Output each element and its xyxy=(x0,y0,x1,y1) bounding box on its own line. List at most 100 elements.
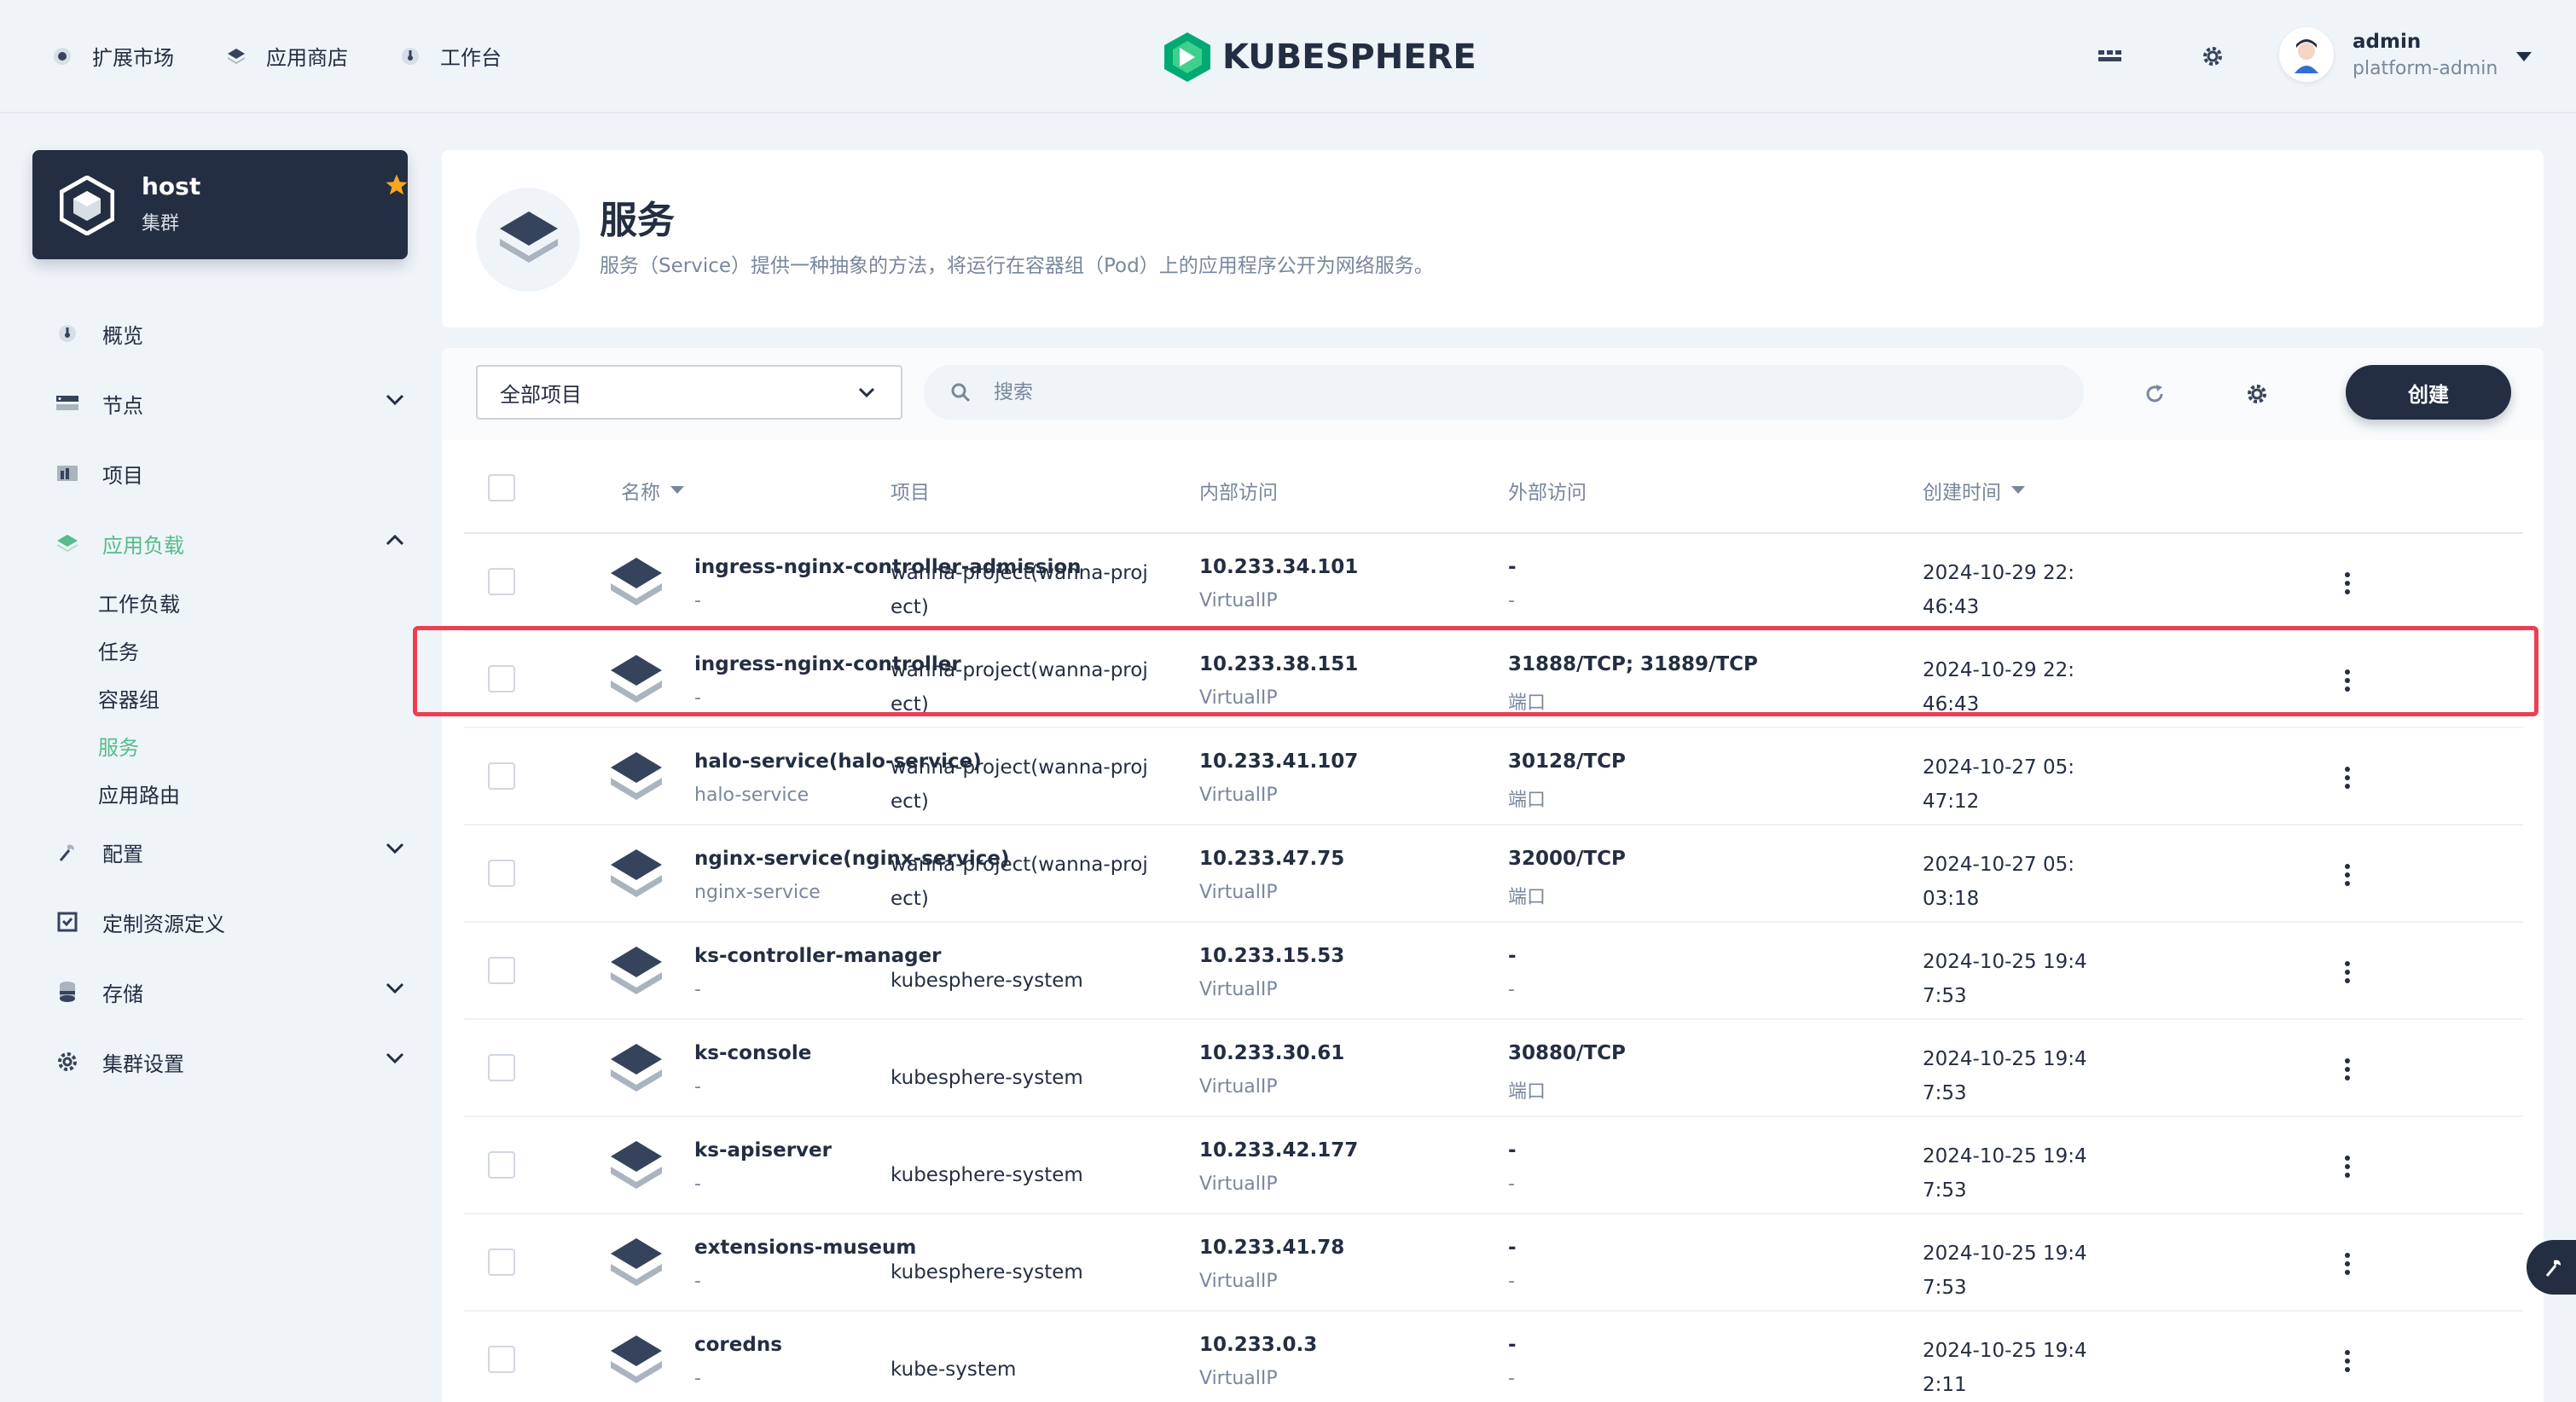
created-time-line2: 46:43 xyxy=(1923,596,1980,618)
more-actions-icon[interactable] xyxy=(2332,663,2363,698)
create-button[interactable]: 创建 xyxy=(2346,365,2511,420)
table-row[interactable]: ingress-nginx-controller - wanna-project(w… xyxy=(464,631,2523,728)
settings-gear-icon[interactable] xyxy=(2197,41,2228,72)
sidebar-subitem-jobs[interactable]: 任务 xyxy=(32,626,408,674)
header-created-time[interactable]: 创建时间 xyxy=(1923,476,2025,505)
sidebar-item-config[interactable]: 配置 xyxy=(32,817,408,887)
grid-menu-icon[interactable] xyxy=(2095,41,2126,72)
more-actions-icon[interactable] xyxy=(2332,761,2363,795)
table-row[interactable]: extensions-museum - kubesphere-system 10.23… xyxy=(464,1214,2523,1312)
table-row[interactable]: ks-apiserver - kubesphere-system 10.233.42.… xyxy=(464,1117,2523,1214)
internal-access-type: VirtualIP xyxy=(1199,979,1278,1000)
search-input[interactable] xyxy=(994,381,2017,403)
kubesphere-logo[interactable]: KUBESPHERE xyxy=(1164,32,1477,82)
row-checkbox[interactable] xyxy=(488,568,515,595)
service-name-link[interactable]: ks-apiserver xyxy=(694,1139,832,1162)
row-checkbox[interactable] xyxy=(488,665,515,692)
sidebar-subitem-workloads[interactable]: 工作负载 xyxy=(32,578,408,626)
project-cell: kubesphere-system xyxy=(891,964,1181,998)
table-row[interactable]: nginx-service(nginx-service) nginx-servic… xyxy=(464,826,2523,923)
more-actions-icon[interactable] xyxy=(2332,858,2363,892)
sidebar-item-projects[interactable]: 项目 xyxy=(32,438,408,508)
hammer-icon xyxy=(2545,1260,2561,1277)
created-time: 2024-10-29 22: 46:43 xyxy=(1923,653,2074,721)
sidebar-item-cluster-settings[interactable]: 集群设置 xyxy=(32,1027,408,1097)
topnav-app-store[interactable]: 应用商店 xyxy=(225,41,348,71)
service-icon xyxy=(609,1235,664,1295)
project-text: kubesphere-system xyxy=(891,970,1083,992)
internal-access-type: VirtualIP xyxy=(1199,687,1278,709)
sidebar-item-nodes[interactable]: 节点 xyxy=(32,368,408,438)
more-actions-icon[interactable] xyxy=(2332,566,2363,600)
crd-icon xyxy=(56,911,78,933)
column-settings-gear-icon[interactable] xyxy=(2242,379,2272,409)
project-select[interactable]: 全部项目 xyxy=(476,365,902,420)
sidebar-item-storage[interactable]: 存储 xyxy=(32,957,408,1027)
service-name-link[interactable]: coredns xyxy=(694,1334,782,1356)
more-actions-icon[interactable] xyxy=(2332,955,2363,989)
created-time-line1: 2024-10-25 19:4 xyxy=(1923,1243,2087,1265)
external-ports: 32000/TCP xyxy=(1508,848,1626,870)
chevron-up-icon xyxy=(386,534,404,546)
caret-down-icon[interactable] xyxy=(2516,49,2532,66)
internal-ip: 10.233.38.151 xyxy=(1199,653,1359,675)
internal-ip: 10.233.41.107 xyxy=(1199,750,1359,773)
table-row[interactable]: ingress-nginx-controller-admission - wanna… xyxy=(464,534,2523,631)
row-checkbox[interactable] xyxy=(488,1248,515,1276)
sidebar-item-crd[interactable]: 定制资源定义 xyxy=(32,887,408,957)
table-row[interactable]: coredns - kube-system 10.233.0.3 VirtualIP - -… xyxy=(464,1312,2523,1402)
floating-tool-button[interactable] xyxy=(2527,1240,2576,1295)
service-name-link[interactable]: extensions-museum xyxy=(694,1237,916,1259)
service-icon xyxy=(609,846,664,906)
sidebar-item-label: 存储 xyxy=(102,982,143,1006)
sidebar-item-app-workloads[interactable]: 应用负载 xyxy=(32,508,408,578)
search-bar[interactable] xyxy=(924,365,2084,420)
project-cell: wanna-project(wanna-proj ect) xyxy=(891,750,1181,819)
sidebar-item-label: 集群设置 xyxy=(102,1052,184,1076)
row-checkbox[interactable] xyxy=(488,1346,515,1373)
table-row[interactable]: ks-console - kubesphere-system 10.233.30.61… xyxy=(464,1020,2523,1117)
sort-caret-icon xyxy=(2011,486,2025,494)
created-time-line2: 47:12 xyxy=(1923,791,1980,813)
sidebar-item-overview[interactable]: 概览 xyxy=(32,298,408,368)
store-icon xyxy=(225,45,247,67)
project-cell: kubesphere-system xyxy=(891,1255,1181,1289)
row-checkbox[interactable] xyxy=(488,762,515,790)
more-actions-icon[interactable] xyxy=(2332,1247,2363,1281)
table-row[interactable]: halo-service(halo-service) halo-service wa… xyxy=(464,728,2523,826)
star-icon[interactable] xyxy=(384,172,409,198)
project-text: wanna-project(wanna-proj xyxy=(891,854,1148,876)
user-menu[interactable]: admin platform-admin xyxy=(2279,27,2498,82)
config-icon xyxy=(56,841,78,863)
row-checkbox[interactable] xyxy=(488,860,515,887)
overview-icon xyxy=(56,322,78,345)
page-description: 服务（Service）提供一种抽象的方法，将运行在容器组（Pod）上的应用程序公… xyxy=(600,255,1434,277)
sidebar-subitem-services[interactable]: 服务 xyxy=(32,721,408,769)
header-name[interactable]: 名称 xyxy=(621,476,684,505)
select-all-checkbox[interactable] xyxy=(488,474,515,501)
row-checkbox[interactable] xyxy=(488,1054,515,1081)
more-actions-icon[interactable] xyxy=(2332,1052,2363,1086)
created-time-line2: 03:18 xyxy=(1923,888,1980,910)
service-icon xyxy=(609,554,664,614)
sidebar-subitem-pods[interactable]: 容器组 xyxy=(32,674,408,721)
created-time: 2024-10-29 22: 46:43 xyxy=(1923,556,2074,624)
service-name-link[interactable]: ks-console xyxy=(694,1042,811,1064)
project-cell: wanna-project(wanna-proj ect) xyxy=(891,848,1181,916)
row-checkbox[interactable] xyxy=(488,957,515,984)
nodes-icon xyxy=(56,392,78,414)
sidebar-subitem-ingresses[interactable]: 应用路由 xyxy=(32,769,408,817)
project-text: wanna-project(wanna-proj xyxy=(891,562,1148,584)
refresh-icon[interactable] xyxy=(2139,379,2170,409)
cluster-card[interactable]: host 集群 xyxy=(32,150,408,259)
header-name-label: 名称 xyxy=(621,482,660,504)
table-row[interactable]: ks-controller-manager - kubesphere-system 1… xyxy=(464,923,2523,1020)
more-actions-icon[interactable] xyxy=(2332,1344,2363,1378)
service-icon xyxy=(609,1040,664,1100)
more-actions-icon[interactable] xyxy=(2332,1150,2363,1184)
topnav-workbench[interactable]: 工作台 xyxy=(399,41,502,71)
topnav-extension-market[interactable]: 扩展市场 xyxy=(51,41,174,71)
row-checkbox[interactable] xyxy=(488,1151,515,1179)
storage-icon xyxy=(56,981,78,1003)
topnav-label: 应用商店 xyxy=(266,46,348,70)
